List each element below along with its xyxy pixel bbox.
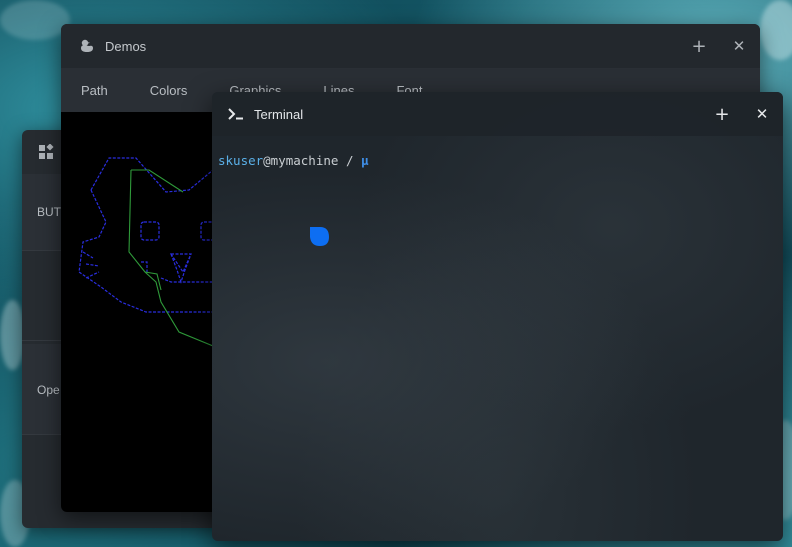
duck-icon (81, 39, 93, 52)
close-button[interactable]: ✕ (719, 24, 759, 68)
demos-titlebar[interactable]: Demos (61, 24, 760, 68)
mouse-cursor-icon (310, 227, 329, 246)
terminal-prompt-icon (228, 108, 243, 120)
new-tab-button[interactable]: + (679, 24, 719, 68)
tab-colors[interactable]: Colors (150, 83, 188, 98)
new-tab-button[interactable]: + (702, 92, 742, 136)
prompt-host: @mymachine (263, 153, 339, 168)
prompt-cwd: / (338, 153, 361, 168)
cat-face-drawing (78, 157, 216, 347)
close-button[interactable]: ✕ (742, 92, 782, 136)
window-title: Demos (105, 38, 147, 54)
terminal-window[interactable]: Terminal + ✕ skuser@mymachine / µ (212, 92, 783, 541)
shell-prompt[interactable]: skuser@mymachine / µ (218, 153, 369, 168)
window-title: Terminal (254, 106, 304, 122)
drawing-canvas[interactable] (61, 112, 216, 512)
foam-decoration (760, 0, 792, 60)
terminal-titlebar[interactable]: Terminal (212, 92, 783, 136)
prompt-symbol: µ (361, 153, 369, 168)
widgets-icon (39, 144, 54, 159)
prompt-user: skuser (218, 153, 264, 168)
foam-decoration (0, 0, 70, 40)
tab-path[interactable]: Path (81, 83, 108, 98)
